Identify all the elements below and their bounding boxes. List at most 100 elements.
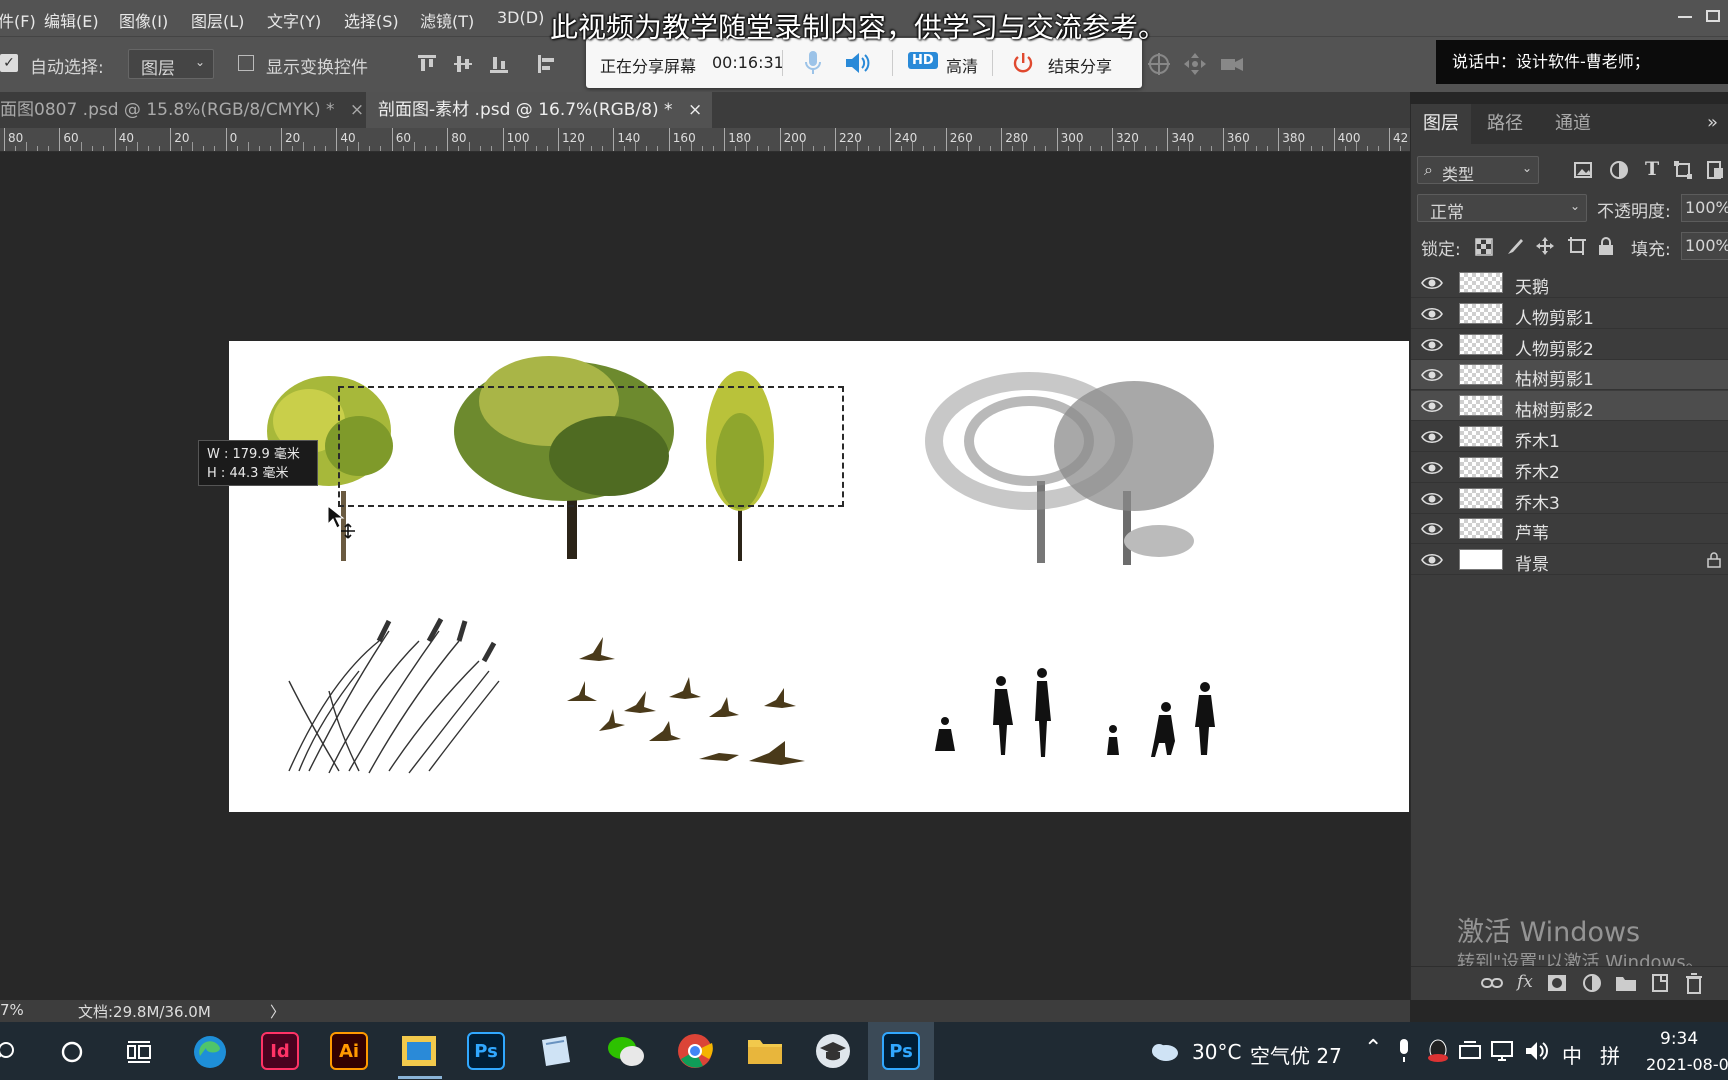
search-icon[interactable]	[0, 1040, 20, 1064]
photoshop-active-app-icon[interactable]: Ps	[882, 1032, 920, 1070]
layer-row[interactable]: 乔木1	[1411, 422, 1728, 452]
tab-doc-1[interactable]: 面图0807 .psd @ 15.8%(RGB/8/CMYK) * ×	[0, 92, 364, 128]
layer-name[interactable]: 乔木3	[1515, 489, 1560, 514]
eye-visibility-icon[interactable]	[1421, 397, 1443, 415]
eye-visibility-icon[interactable]	[1421, 490, 1443, 508]
layer-name[interactable]: 枯树剪影2	[1515, 396, 1594, 421]
layer-row[interactable]: 枯树剪影1	[1411, 360, 1728, 391]
menu-filter[interactable]: 滤镜(T)	[420, 8, 474, 32]
menu-edit[interactable]: 编辑(E)	[44, 8, 99, 32]
layer-name[interactable]: 芦苇	[1515, 519, 1549, 544]
weather-temperature[interactable]: 30°C	[1192, 1040, 1241, 1064]
zoom-level[interactable]: 7%	[0, 1001, 24, 1019]
layer-row[interactable]: 人物剪影1	[1411, 298, 1728, 329]
speaker-icon[interactable]	[844, 51, 870, 75]
close-icon[interactable]: ×	[688, 100, 702, 120]
eye-visibility-icon[interactable]	[1421, 366, 1443, 384]
clock-date[interactable]: 2021-08-0	[1646, 1055, 1728, 1074]
indesign-app-icon[interactable]: Id	[261, 1032, 299, 1070]
close-icon[interactable]: ×	[350, 100, 364, 120]
photoshop-app-icon[interactable]: Ps	[467, 1032, 505, 1070]
lock-artboard-icon[interactable]	[1567, 236, 1587, 256]
new-layer-icon[interactable]	[1651, 973, 1669, 993]
layer-row[interactable]: 乔木2	[1411, 452, 1728, 483]
layer-name[interactable]: 人物剪影2	[1515, 335, 1594, 360]
menu-layer[interactable]: 图层(L)	[191, 8, 244, 32]
align-bottom-icon[interactable]	[488, 53, 510, 75]
air-quality[interactable]: 空气优 27	[1250, 1040, 1342, 1069]
trash-icon[interactable]	[1685, 972, 1703, 994]
3d-orbit-icon[interactable]	[1146, 51, 1172, 77]
layer-name[interactable]: 天鹅	[1515, 273, 1549, 298]
shape-filter-icon[interactable]	[1673, 160, 1693, 180]
input-mode-indicator[interactable]: 拼	[1600, 1040, 1620, 1069]
menu-3d[interactable]: 3D(D)	[497, 8, 544, 27]
add-mask-icon[interactable]	[1547, 974, 1567, 992]
menu-type[interactable]: 文字(Y)	[267, 8, 321, 32]
lock-transparent-icon[interactable]	[1475, 238, 1493, 256]
3d-camera-icon[interactable]	[1218, 51, 1246, 77]
eye-visibility-icon[interactable]	[1421, 520, 1443, 538]
layer-row[interactable]: 背景	[1411, 545, 1728, 576]
link-layers-icon[interactable]	[1481, 975, 1503, 991]
fx-icon[interactable]: fx	[1517, 972, 1533, 992]
align-vcenter-icon[interactable]	[452, 53, 474, 75]
notes-app-icon[interactable]	[536, 1032, 574, 1070]
illustrator-app-icon[interactable]: Ai	[330, 1032, 368, 1070]
layer-name[interactable]: 背景	[1515, 550, 1549, 575]
menu-file[interactable]: 件(F)	[0, 8, 36, 32]
pixel-filter-icon[interactable]	[1573, 160, 1593, 180]
microphone-icon[interactable]	[1396, 1038, 1412, 1064]
lock-all-icon[interactable]	[1597, 236, 1615, 256]
clock-time[interactable]: 9:34	[1660, 1029, 1698, 1049]
align-left-icon[interactable]	[536, 53, 558, 75]
file-explorer-icon[interactable]	[746, 1034, 784, 1068]
layer-name[interactable]: 乔木2	[1515, 458, 1560, 483]
smart-object-filter-icon[interactable]	[1705, 160, 1725, 180]
tab-paths[interactable]: 路径	[1475, 104, 1535, 144]
status-arrow[interactable]: 〉	[270, 1001, 285, 1022]
qq-icon[interactable]	[1426, 1038, 1450, 1064]
chrome-browser-icon[interactable]	[676, 1032, 714, 1070]
input-method-indicator[interactable]: 中	[1562, 1040, 1582, 1069]
fill-input[interactable]: 100%	[1681, 232, 1728, 260]
type-filter-icon[interactable]: T	[1645, 158, 1659, 180]
show-transform-checkbox[interactable]	[238, 55, 254, 71]
eye-visibility-icon[interactable]	[1421, 336, 1443, 354]
adjustment-filter-icon[interactable]	[1609, 160, 1629, 180]
wechat-app-icon[interactable]	[606, 1032, 646, 1070]
lock-paint-icon[interactable]	[1505, 238, 1523, 256]
auto-select-dropdown[interactable]: 图层 ⌄	[128, 49, 214, 79]
lock-position-icon[interactable]	[1535, 236, 1555, 256]
eye-visibility-icon[interactable]	[1421, 551, 1443, 569]
menu-select[interactable]: 选择(S)	[344, 8, 399, 32]
auto-select-checkbox[interactable]: ✓	[0, 54, 18, 72]
eye-visibility-icon[interactable]	[1421, 274, 1443, 292]
maximize-icon[interactable]	[1706, 10, 1720, 22]
blend-mode-dropdown[interactable]: 正常 ⌄	[1417, 194, 1587, 223]
network-icon[interactable]	[1490, 1040, 1516, 1062]
layer-filter-dropdown[interactable]: ⌕ 类型 ⌄	[1417, 156, 1539, 184]
tab-doc-2[interactable]: 剖面图-素材 .psd @ 16.7%(RGB/8) * ×	[366, 92, 712, 128]
education-app-icon[interactable]	[814, 1032, 852, 1070]
adjustment-layer-icon[interactable]	[1583, 974, 1601, 992]
group-folder-icon[interactable]	[1615, 974, 1637, 992]
minimize-icon[interactable]	[1678, 16, 1692, 18]
eye-visibility-icon[interactable]	[1421, 459, 1443, 477]
layer-name[interactable]: 人物剪影1	[1515, 304, 1594, 329]
eye-visibility-icon[interactable]	[1421, 305, 1443, 323]
menu-image[interactable]: 图像(I)	[119, 8, 168, 32]
panel-menu-button[interactable]: »	[1707, 112, 1718, 133]
layer-name[interactable]: 枯树剪影1	[1515, 365, 1594, 390]
tab-layers[interactable]: 图层	[1411, 104, 1471, 144]
layer-name[interactable]: 乔木1	[1515, 427, 1560, 452]
layer-row[interactable]: 乔木3	[1411, 483, 1728, 514]
3d-pan-icon[interactable]	[1182, 51, 1208, 77]
hd-toggle[interactable]: 高清	[946, 53, 978, 77]
end-share-button[interactable]: 结束分享	[1048, 53, 1112, 77]
volume-icon[interactable]	[1524, 1040, 1550, 1062]
layer-row[interactable]: 人物剪影2	[1411, 329, 1728, 360]
tab-channels[interactable]: 通道	[1543, 104, 1603, 144]
tray-app-icon[interactable]	[1458, 1040, 1482, 1062]
edge-browser-icon[interactable]	[192, 1034, 228, 1070]
